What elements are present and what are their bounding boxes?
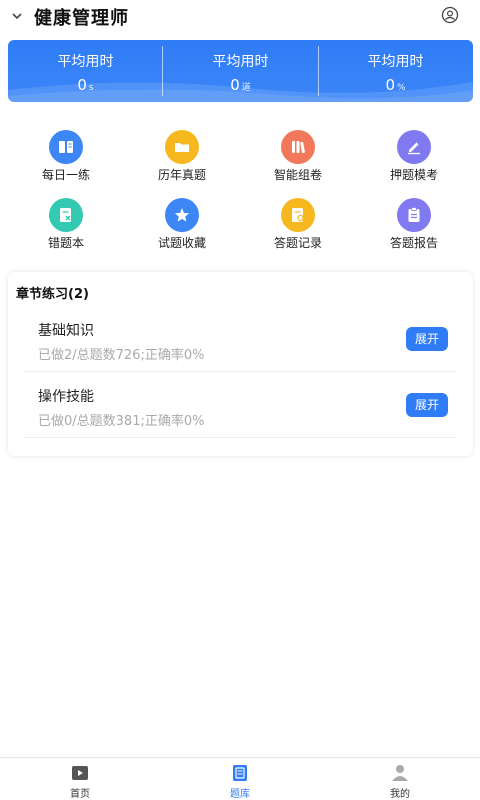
star-icon: [165, 198, 199, 232]
question-bank-icon: [233, 765, 247, 781]
page-title: 健康管理师: [34, 8, 129, 29]
grid-item-favorites[interactable]: 试题收藏: [137, 198, 227, 258]
stat-label: 平均用时: [57, 54, 114, 70]
chapter-practice-card: 章节练习(2) 基础知识 已做2/总题数726;正确率0% 展开 操作技能 已做…: [8, 272, 473, 456]
record-icon: [281, 198, 315, 232]
stat-average-time-1: 平均用时 0s: [8, 40, 163, 102]
stat-value: 0道: [230, 76, 251, 94]
grid-item-label: 每日一练: [41, 168, 90, 182]
expand-button[interactable]: 展开: [406, 327, 448, 351]
grid-item-label: 答题记录: [273, 236, 322, 250]
nav-label: 我的: [390, 789, 410, 800]
video-icon: [72, 766, 88, 780]
nav-item-question-bank[interactable]: 题库: [160, 758, 320, 800]
grid-item-label: 答题报告: [389, 236, 438, 250]
stat-average-time-2: 平均用时 0道: [163, 40, 318, 102]
grid-item-answer-record[interactable]: 答题记录: [253, 198, 343, 258]
chapter-item-basics: 基础知识 已做2/总题数726;正确率0% 展开: [24, 306, 456, 372]
grid-item-label: 试题收藏: [157, 236, 206, 250]
stat-average-time-3: 平均用时 0%: [318, 40, 473, 102]
stats-card: 平均用时 0s 平均用时 0道 平均用时 0%: [8, 40, 473, 102]
nav-label: 题库: [230, 789, 250, 800]
chapter-progress: 已做2/总题数726;正确率0%: [38, 348, 205, 363]
section-title: 章节练习(2): [16, 287, 89, 302]
books-icon: [281, 130, 315, 164]
chevron-down-icon[interactable]: [10, 9, 24, 23]
grid-item-past-exams[interactable]: 历年真题: [137, 130, 227, 190]
grid-item-answer-report[interactable]: 答题报告: [369, 198, 459, 258]
grid-item-error-book[interactable]: 错题本: [21, 198, 111, 258]
folder-icon: [165, 130, 199, 164]
pen-icon: [397, 130, 431, 164]
grid-item-smart-paper[interactable]: 智能组卷: [253, 130, 343, 190]
stat-label: 平均用时: [367, 54, 424, 70]
error-note-icon: [49, 198, 83, 232]
bottom-nav: 首页 题库 我的: [0, 757, 480, 800]
grid-item-label: 历年真题: [157, 168, 206, 182]
grid-item-daily-practice[interactable]: 每日一练: [21, 130, 111, 190]
chapter-name: 操作技能: [38, 389, 94, 405]
chapter-item-skills: 操作技能 已做0/总题数381;正确率0% 展开: [24, 372, 456, 438]
stat-value: 0%: [385, 76, 406, 94]
stat-value: 0s: [77, 76, 94, 94]
expand-button[interactable]: 展开: [406, 393, 448, 417]
top-bar: 健康管理师: [0, 0, 480, 34]
nav-item-mine[interactable]: 我的: [320, 758, 480, 800]
grid-item-label: 押题模考: [389, 168, 438, 182]
stat-label: 平均用时: [212, 54, 269, 70]
grid-item-mock-exam[interactable]: 押题模考: [369, 130, 459, 190]
chapter-progress: 已做0/总题数381;正确率0%: [38, 414, 205, 429]
person-icon: [392, 765, 408, 781]
book-icon: [49, 130, 83, 164]
grid-item-label: 错题本: [47, 236, 84, 250]
nav-label: 首页: [70, 789, 90, 800]
user-circle-icon[interactable]: [441, 6, 459, 24]
grid-item-label: 智能组卷: [273, 168, 322, 182]
report-icon: [397, 198, 431, 232]
nav-item-home[interactable]: 首页: [0, 758, 160, 800]
chapter-name: 基础知识: [38, 323, 94, 339]
